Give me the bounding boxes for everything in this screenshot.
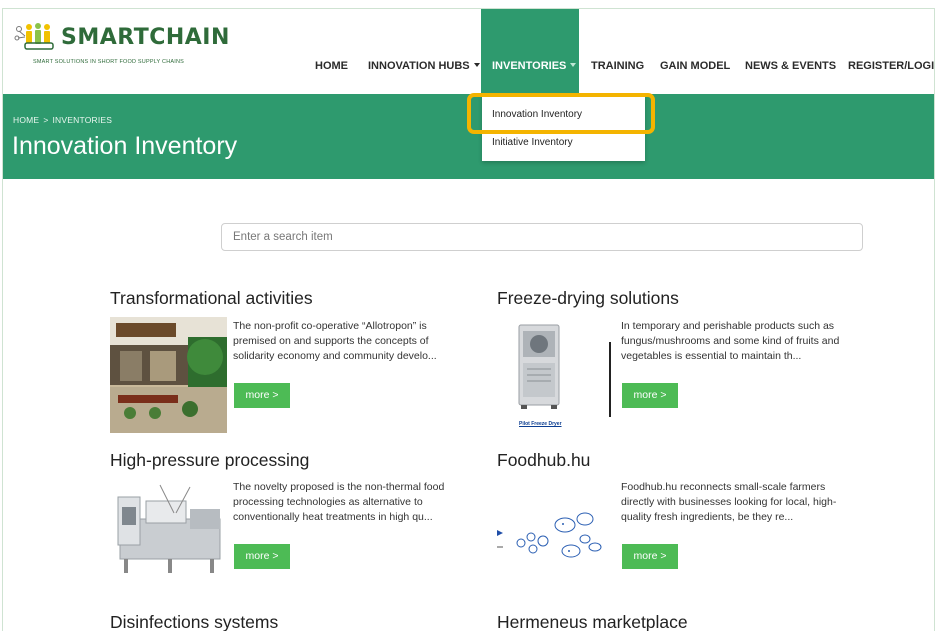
search-input[interactable] <box>221 223 863 251</box>
card-title[interactable]: Hermeneus marketplace <box>497 612 688 631</box>
card-description: The non-profit co-operative “Allotropon”… <box>233 320 437 362</box>
more-button[interactable]: more > <box>622 544 678 569</box>
smartchain-logo[interactable]: SMARTCHAIN SMART SOLUTIONS IN SHORT FOOD… <box>13 21 229 71</box>
nav-news-events[interactable]: NEWS & EVENTS <box>745 9 836 94</box>
image-caption: Pilot Freeze Dryer <box>519 421 562 427</box>
nav-register-login-label: REGISTER/LOGIN <box>848 60 935 72</box>
nav-news-events-label: NEWS & EVENTS <box>745 60 837 72</box>
breadcrumb-home[interactable]: HOME <box>13 115 39 125</box>
card-description: In temporary and perishable products suc… <box>621 320 840 362</box>
page-title: Innovation Inventory <box>12 132 238 160</box>
brand-tagline: SMART SOLUTIONS IN SHORT FOOD SUPPLY CHA… <box>33 59 185 65</box>
card-title[interactable]: Transformational activities <box>110 288 313 309</box>
card-image-allotropon[interactable] <box>110 317 227 433</box>
chevron-down-icon <box>473 63 480 67</box>
nav-training[interactable]: TRAINING <box>591 9 644 94</box>
nav-innovation-hubs-label: INNOVATION HUBS <box>368 60 470 72</box>
nav-home-label: HOME <box>315 60 348 72</box>
card-title[interactable]: High-pressure processing <box>110 450 309 471</box>
card-image-freeze-dryer[interactable]: Pilot Freeze Dryer <box>497 317 614 433</box>
nav-inventories[interactable]: INVENTORIES <box>481 9 579 94</box>
nav-gain-model-label: GAIN MODEL <box>660 60 731 72</box>
card-title[interactable]: Disinfections systems <box>110 612 278 631</box>
card-title[interactable]: Foodhub.hu <box>497 450 590 471</box>
more-button[interactable]: more > <box>234 544 290 569</box>
breadcrumb-separator: > <box>43 115 49 125</box>
more-button[interactable]: more > <box>622 383 678 408</box>
breadcrumb-current: INVENTORIES <box>52 115 113 125</box>
nav-register-login[interactable]: REGISTER/LOGIN <box>848 9 935 94</box>
brand-name: SMARTCHAIN <box>61 25 230 50</box>
highlight-box <box>467 93 655 134</box>
logo-people-icon <box>14 23 54 50</box>
page-frame: SMARTCHAIN SMART SOLUTIONS IN SHORT FOOD… <box>2 8 935 631</box>
site-header: SMARTCHAIN SMART SOLUTIONS IN SHORT FOOD… <box>3 9 935 94</box>
menu-item-initiative-inventory[interactable]: Initiative Inventory <box>492 137 573 148</box>
more-button[interactable]: more > <box>234 383 290 408</box>
breadcrumb: HOME > INVENTORIES <box>13 115 112 125</box>
card-title[interactable]: Freeze-drying solutions <box>497 288 679 309</box>
card-description: Foodhub.hu reconnects small-scale farmer… <box>621 481 837 523</box>
nav-training-label: TRAINING <box>591 60 645 72</box>
nav-innovation-hubs[interactable]: INNOVATION HUBS <box>368 9 480 94</box>
card-description: The novelty proposed is the non-thermal … <box>233 481 445 523</box>
chevron-down-icon <box>570 63 577 67</box>
card-image-hpp-machine[interactable] <box>110 479 227 579</box>
nav-home[interactable]: HOME <box>315 9 348 94</box>
card-image-foodhub[interactable] <box>497 479 614 579</box>
nav-gain-model[interactable]: GAIN MODEL <box>660 9 730 94</box>
nav-inventories-label: INVENTORIES <box>492 60 567 72</box>
